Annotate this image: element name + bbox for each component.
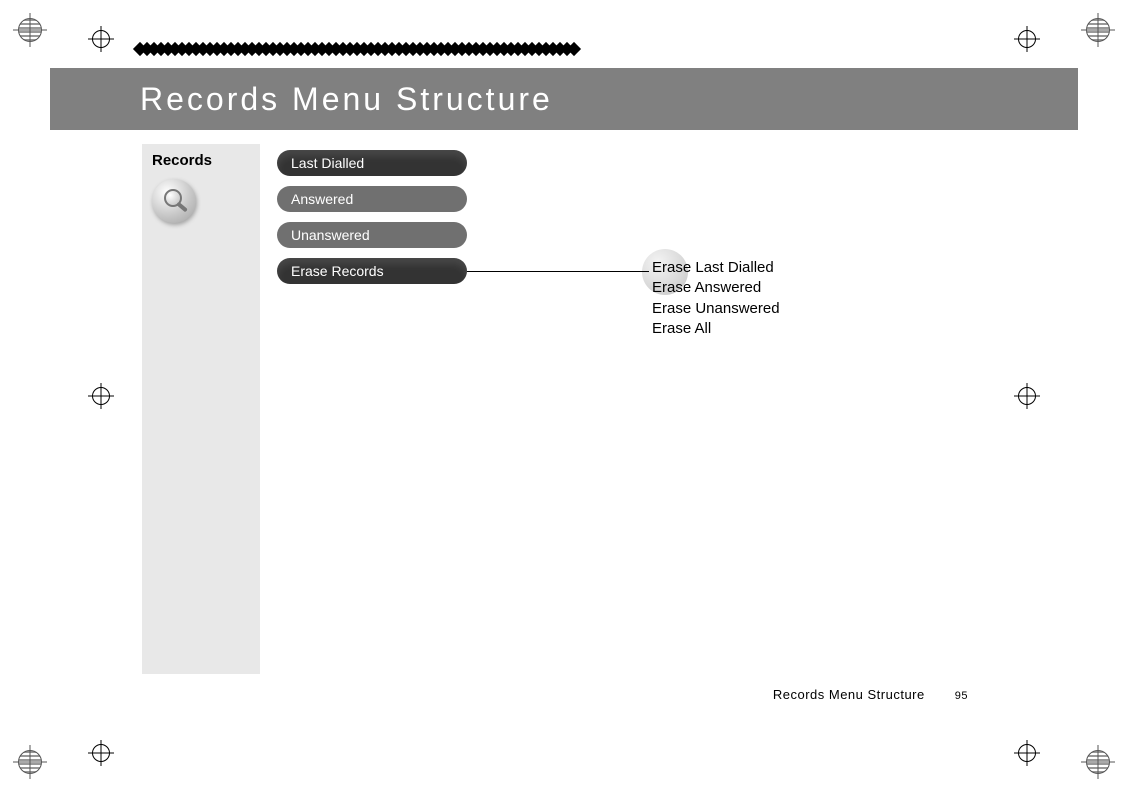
- registration-mark-icon: [1086, 750, 1110, 774]
- menu-item-last-dialled: Last Dialled: [277, 150, 467, 176]
- records-icon: [152, 179, 196, 223]
- sidebar-title: Records: [152, 152, 250, 169]
- page-number: 95: [955, 690, 968, 702]
- submenu-item: Erase All: [652, 319, 780, 339]
- content-area: Records Last Dialled Answered Unanswered…: [142, 144, 1038, 692]
- header-bar: Records Menu Structure: [50, 68, 1078, 130]
- menu-item-label: Last Dialled: [291, 155, 364, 171]
- submenu-list: Erase Last Dialled Erase Answered Erase …: [652, 258, 780, 339]
- page-frame: Records Menu Structure Records Last Dial…: [50, 40, 1078, 752]
- menu-item-label: Erase Records: [291, 263, 384, 279]
- registration-mark-icon: [18, 750, 42, 774]
- registration-mark-icon: [1086, 18, 1110, 42]
- menu-item-label: Answered: [291, 191, 353, 207]
- submenu-item: Erase Last Dialled: [652, 258, 780, 278]
- page-footer: Records Menu Structure 95: [773, 687, 968, 702]
- submenu-item: Erase Answered: [652, 278, 780, 298]
- sidebar: Records: [142, 144, 260, 674]
- decorative-border-icon: [135, 42, 576, 56]
- footer-section-title: Records Menu Structure: [773, 687, 925, 702]
- menu-column: Last Dialled Answered Unanswered Erase R…: [277, 150, 467, 284]
- page-title: Records Menu Structure: [140, 81, 553, 118]
- connector-line-icon: [467, 271, 649, 272]
- submenu-item: Erase Unanswered: [652, 299, 780, 319]
- menu-item-unanswered: Unanswered: [277, 222, 467, 248]
- menu-item-answered: Answered: [277, 186, 467, 212]
- menu-item-label: Unanswered: [291, 227, 370, 243]
- menu-item-erase-records: Erase Records: [277, 258, 467, 284]
- registration-mark-icon: [18, 18, 42, 42]
